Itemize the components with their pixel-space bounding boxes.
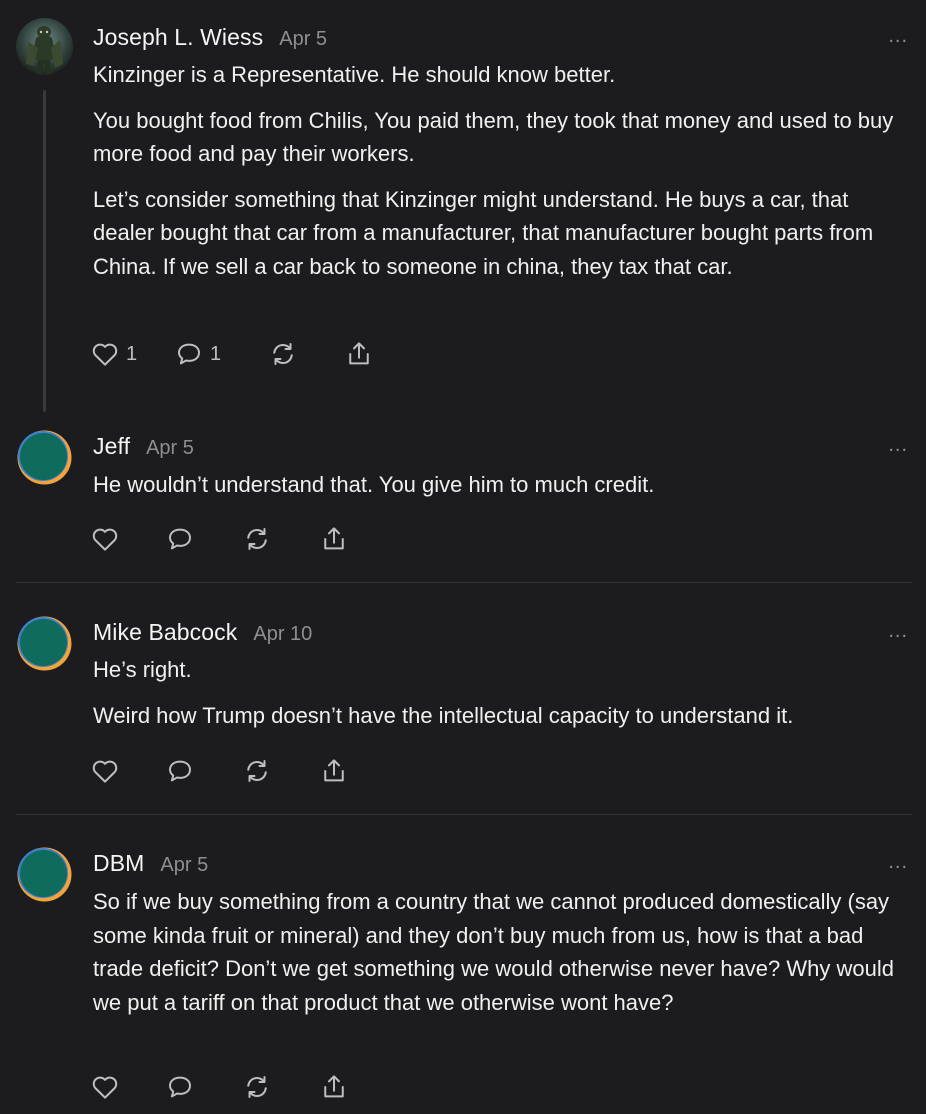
- default-avatar-icon: [17, 430, 72, 485]
- reply-button[interactable]: [165, 1072, 242, 1102]
- share-button[interactable]: [319, 524, 349, 554]
- comment-meta: Mike Babcock Apr 10: [93, 619, 312, 646]
- comment-meta: Joseph L. Wiess Apr 5: [93, 24, 327, 51]
- comment-date[interactable]: Apr 5: [160, 854, 208, 877]
- comment-body: He wouldn’t understand that. You give hi…: [93, 468, 908, 514]
- comment-date[interactable]: Apr 5: [146, 437, 194, 460]
- more-dots-icon[interactable]: ...: [888, 26, 908, 46]
- comment-actions: 1 1: [90, 338, 374, 370]
- comment-body: He’s right. Weird how Trump doesn’t have…: [93, 653, 908, 744]
- heart-icon: [90, 1072, 120, 1102]
- author-name[interactable]: Joseph L. Wiess: [93, 24, 263, 51]
- comment: Joseph L. Wiess Apr 5 ... Kinzinger is a…: [0, 0, 926, 420]
- comment: Mike Babcock Apr 10 ... He’s right. Weir…: [0, 583, 926, 814]
- comment-actions: [90, 1071, 349, 1103]
- default-avatar-icon: [17, 847, 72, 902]
- photo-avatar-icon: [16, 18, 73, 75]
- avatar[interactable]: [16, 18, 73, 75]
- share-upload-icon: [319, 1072, 349, 1102]
- reply-count: 1: [210, 342, 222, 365]
- comment-paragraph: You bought food from Chilis, You paid th…: [93, 107, 894, 167]
- author-name[interactable]: DBM: [93, 850, 144, 877]
- restack-arrows-icon: [242, 524, 272, 554]
- speech-bubble-icon: [165, 524, 195, 554]
- comment-body: So if we buy something from a country th…: [93, 885, 908, 1031]
- thread-line: [43, 90, 46, 412]
- share-button[interactable]: [344, 339, 374, 369]
- default-avatar-icon: [17, 616, 72, 671]
- comment-paragraph: So if we buy something from a country th…: [93, 889, 894, 1015]
- speech-bubble-icon: [165, 756, 195, 786]
- restack-button[interactable]: [268, 339, 344, 369]
- comment-paragraph: He wouldn’t understand that. You give hi…: [93, 472, 655, 497]
- heart-icon: [90, 524, 120, 554]
- restack-button[interactable]: [242, 756, 319, 786]
- heart-icon: [90, 756, 120, 786]
- share-button[interactable]: [319, 756, 349, 786]
- avatar[interactable]: [16, 846, 73, 903]
- restack-button[interactable]: [242, 524, 319, 554]
- comment-body: Kinzinger is a Representative. He should…: [93, 58, 908, 295]
- avatar[interactable]: [16, 615, 73, 672]
- author-name[interactable]: Mike Babcock: [93, 619, 237, 646]
- speech-bubble-icon: [165, 1072, 195, 1102]
- restack-button[interactable]: [242, 1072, 319, 1102]
- speech-bubble-icon: [174, 339, 204, 369]
- comment-actions: [90, 755, 349, 787]
- reply-button[interactable]: [165, 524, 242, 554]
- share-upload-icon: [344, 339, 374, 369]
- more-dots-icon[interactable]: ...: [888, 621, 908, 641]
- like-button[interactable]: 1: [90, 339, 174, 369]
- comment: Jeff Apr 5 ... He wouldn’t understand th…: [0, 420, 926, 583]
- heart-icon: [90, 339, 120, 369]
- restack-arrows-icon: [242, 1072, 272, 1102]
- like-button[interactable]: [90, 1072, 165, 1102]
- more-dots-icon[interactable]: ...: [888, 435, 908, 455]
- comment-paragraph: Let’s consider something that Kinzinger …: [93, 186, 874, 279]
- more-dots-icon[interactable]: ...: [888, 852, 908, 872]
- comment-paragraph: Weird how Trump doesn’t have the intelle…: [93, 702, 794, 728]
- restack-arrows-icon: [268, 339, 298, 369]
- like-button[interactable]: [90, 524, 165, 554]
- share-button[interactable]: [319, 1072, 349, 1102]
- like-count: 1: [126, 342, 138, 365]
- author-name[interactable]: Jeff: [93, 433, 130, 460]
- share-upload-icon: [319, 756, 349, 786]
- avatar[interactable]: [16, 429, 73, 486]
- reply-button[interactable]: 1: [174, 339, 268, 369]
- comment-paragraph: Kinzinger is a Representative. He should…: [93, 62, 616, 87]
- reply-button[interactable]: [165, 756, 242, 786]
- comment-actions: [90, 523, 349, 555]
- like-button[interactable]: [90, 756, 165, 786]
- comment: DBM Apr 5 ... So if we buy something fro…: [0, 815, 926, 1114]
- comment-date[interactable]: Apr 10: [253, 623, 312, 646]
- comment-meta: DBM Apr 5: [93, 850, 208, 877]
- share-upload-icon: [319, 524, 349, 554]
- comment-date[interactable]: Apr 5: [279, 28, 327, 51]
- comment-paragraph: He’s right.: [93, 657, 192, 682]
- restack-arrows-icon: [242, 756, 272, 786]
- comment-meta: Jeff Apr 5: [93, 433, 194, 460]
